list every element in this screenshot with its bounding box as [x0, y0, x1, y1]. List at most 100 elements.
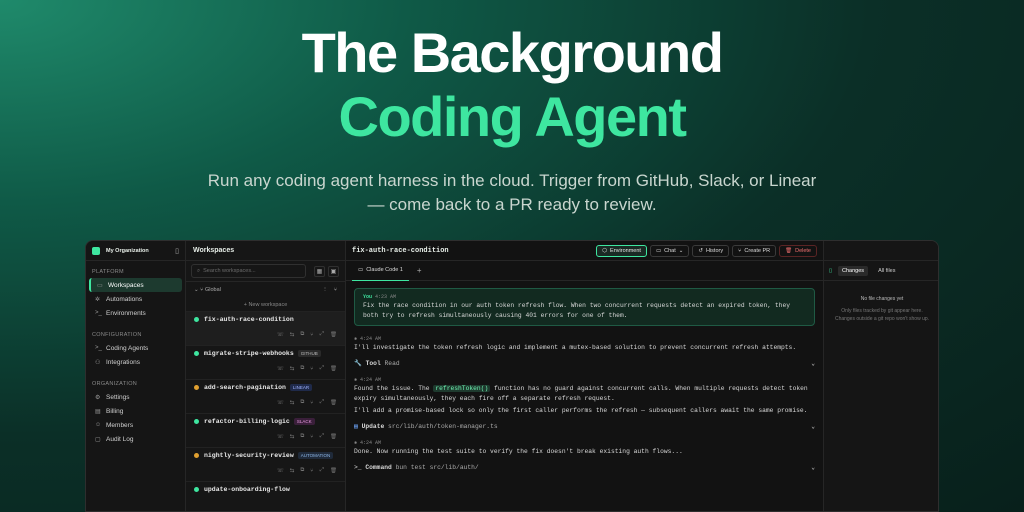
share-icon[interactable]: ⇆: [290, 332, 295, 338]
agent-icon: ✱: [354, 336, 358, 342]
share-icon[interactable]: ⇆: [290, 434, 295, 440]
sidebar-item-settings[interactable]: ⚙ Settings: [89, 390, 182, 404]
sidebar-toggle-icon[interactable]: ▯: [175, 247, 179, 255]
terminal-icon: >_: [95, 310, 102, 316]
sidebar-item-billing[interactable]: ▤ Billing: [89, 404, 182, 418]
panel-title: Workspaces: [193, 247, 235, 254]
user-message: You 4:23 AM Fix the race condition in ou…: [354, 288, 815, 326]
empty-desc: Only files tracked by git appear here. C…: [834, 308, 930, 322]
section-label: PLATFORM: [92, 269, 124, 275]
more-icon[interactable]: ⋮: [322, 287, 328, 293]
pr-icon[interactable]: ⑂: [310, 332, 313, 338]
phone-icon[interactable]: ☏: [277, 400, 284, 406]
workspace-actions: ☏ ⇆ ⧉ ⑂ ⤢ 🗑: [194, 331, 337, 338]
sidebar-item-coding-agents[interactable]: >_ Coding Agents: [89, 341, 182, 355]
pr-icon[interactable]: ⑂: [310, 400, 313, 406]
pr-icon[interactable]: ⑂: [310, 366, 313, 372]
delete-button[interactable]: 🗑 Delete: [779, 244, 817, 257]
trash-icon[interactable]: 🗑: [330, 400, 337, 406]
sidebar-item-environments[interactable]: >_ Environments: [89, 306, 182, 320]
expand-icon[interactable]: ⤢: [320, 399, 324, 406]
copy-icon[interactable]: ⧉: [300, 331, 304, 338]
button-label: Environment: [610, 247, 641, 254]
copy-icon[interactable]: ⧉: [300, 433, 304, 440]
trash-icon[interactable]: 🗑: [330, 468, 337, 474]
tab-changes[interactable]: Changes: [838, 265, 869, 276]
tool-value: Read: [384, 360, 400, 367]
trash-icon: 🗑: [785, 247, 793, 254]
sidebar-item-label: Settings: [106, 393, 130, 401]
timestamp: 4:24 AM: [360, 336, 382, 342]
document-icon: ▢: [95, 436, 101, 443]
chat-button[interactable]: ▭ Chat ⌄: [649, 244, 690, 257]
chevron-down-icon[interactable]: ⌄: [811, 463, 815, 473]
workspace-item[interactable]: migrate-stripe-webhooks GITHUB ☏ ⇆ ⧉ ⑂ ⤢ 🗑: [186, 346, 345, 380]
phone-icon[interactable]: ☏: [277, 332, 284, 338]
workspace-item[interactable]: add-search-pagination LINEAR ☏ ⇆ ⧉ ⑂ ⤢ 🗑: [186, 380, 345, 414]
panel-toggle-icon[interactable]: ▯: [829, 268, 832, 274]
file-icon: ▤: [354, 423, 358, 430]
workspace-item[interactable]: fix-auth-race-condition ☏ ⇆ ⧉ ⑂ ⤢ 🗑: [186, 312, 345, 346]
tool-call-row[interactable]: 🔧 Tool Read ⌄: [354, 359, 815, 369]
filter-icon[interactable]: ▣: [328, 265, 339, 277]
copy-icon[interactable]: ⧉: [300, 467, 304, 474]
sidebar-item-audit-log[interactable]: ▢ Audit Log: [89, 432, 182, 446]
new-workspace-button[interactable]: + New workspace: [186, 298, 345, 312]
update-label: Update: [361, 423, 385, 430]
search-input[interactable]: ⌕ Search workspaces...: [191, 264, 306, 278]
environment-button[interactable]: ⬡ Environment: [596, 244, 647, 257]
workspace-name: migrate-stripe-webhooks: [204, 350, 294, 357]
expand-icon[interactable]: ⤢: [320, 331, 324, 338]
monitor-icon: ▭: [97, 282, 103, 289]
button-label: Chat: [664, 247, 676, 254]
group-toggle[interactable]: ⌄ ⑂ Global: [194, 287, 221, 293]
sidebar-item-automations[interactable]: ✲ Automations: [89, 292, 182, 306]
add-tab-icon[interactable]: +: [417, 266, 422, 275]
workspace-item[interactable]: update-onboarding-flow: [186, 482, 345, 511]
sidebar: My Organization ▯ PLATFORM ▭ Workspaces ✲…: [86, 241, 186, 511]
trash-icon[interactable]: 🗑: [330, 366, 337, 372]
command-row[interactable]: >_ Command bun test src/lib/auth/ ⌄: [354, 463, 815, 473]
trash-icon[interactable]: 🗑: [330, 332, 337, 338]
trash-icon[interactable]: 🗑: [330, 434, 337, 440]
branch-icon[interactable]: ⑂: [334, 287, 337, 293]
sidebar-item-integrations[interactable]: ⚇ Integrations: [89, 355, 182, 369]
create-pr-button[interactable]: ⑂ Create PR: [732, 244, 777, 257]
sidebar-item-label: Workspaces: [108, 281, 144, 289]
history-button[interactable]: ↺ History: [692, 244, 730, 257]
wrench-icon: 🔧: [354, 360, 362, 367]
org-switcher[interactable]: My Organization ▯: [86, 241, 185, 261]
phone-icon[interactable]: ☏: [277, 434, 284, 440]
chevron-down-icon[interactable]: ⌄: [811, 359, 815, 369]
copy-icon[interactable]: ⧉: [300, 365, 304, 372]
changes-panel: ▯ Changes All files No file changes yet …: [823, 241, 938, 511]
agent-icon: ✱: [354, 440, 358, 446]
inline-code: refreshToken(): [433, 385, 491, 392]
phone-icon[interactable]: ☏: [277, 366, 284, 372]
source-badge: GITHUB: [297, 350, 321, 357]
empty-title: No file changes yet: [860, 296, 904, 302]
workspace-item[interactable]: nightly-security-review AUTOMATION ☏ ⇆ ⧉ ⑂ ⤢ 🗑: [186, 448, 345, 482]
tab-all-files[interactable]: All files: [874, 266, 899, 276]
users-icon: ☺: [95, 422, 102, 428]
share-icon[interactable]: ⇆: [290, 468, 295, 474]
pr-icon[interactable]: ⑂: [310, 468, 313, 474]
expand-icon[interactable]: ⤢: [320, 467, 324, 474]
expand-icon[interactable]: ⤢: [320, 433, 324, 440]
tab-claude-code-1[interactable]: ▭ Claude Code 1: [352, 261, 409, 281]
sidebar-item-members[interactable]: ☺ Members: [89, 418, 182, 432]
changes-tabs: ▯ Changes All files: [824, 261, 938, 281]
sidebar-item-label: Environments: [106, 309, 146, 317]
expand-icon[interactable]: ⤢: [320, 365, 324, 372]
grid-view-icon[interactable]: ▦: [314, 265, 325, 277]
workspace-item[interactable]: refactor-billing-logic SLACK ☏ ⇆ ⧉ ⑂ ⤢ 🗑: [186, 414, 345, 448]
copy-icon[interactable]: ⧉: [300, 399, 304, 406]
terminal-icon: ▭: [358, 267, 364, 273]
phone-icon[interactable]: ☏: [277, 468, 284, 474]
pr-icon[interactable]: ⑂: [310, 434, 313, 440]
share-icon[interactable]: ⇆: [290, 366, 295, 372]
chevron-down-icon[interactable]: ⌄: [811, 422, 815, 432]
share-icon[interactable]: ⇆: [290, 400, 295, 406]
file-update-row[interactable]: ▤ Update src/lib/auth/token-manager.ts ⌄: [354, 422, 815, 432]
sidebar-item-workspaces[interactable]: ▭ Workspaces: [89, 278, 182, 292]
